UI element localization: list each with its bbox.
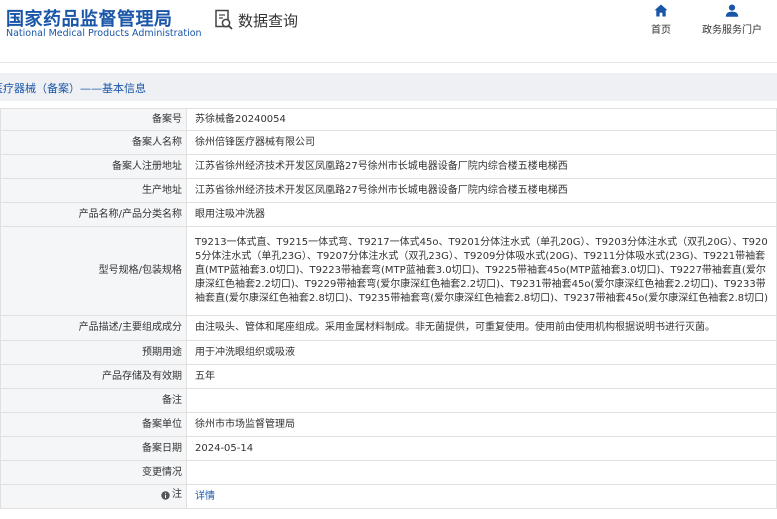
table-row: 生产地址 江苏省徐州经济技术开发区凤凰路27号徐州市长城电器设备厂院内综合楼五楼… <box>0 178 777 203</box>
note-label: 注 <box>172 489 182 501</box>
row-value: 详情 <box>186 484 777 509</box>
product-name: 眼用注吸冲洗器 <box>195 208 265 220</box>
site-logo-subtitle: National Medical Products Administration <box>6 28 202 39</box>
row-value: 2024-05-14 <box>186 436 777 461</box>
filing-date: 2024-05-14 <box>195 442 254 454</box>
row-value: 用于冲洗眼组织或吸液 <box>186 340 777 365</box>
row-label: 备案号 <box>0 108 187 131</box>
row-label: 预期用途 <box>0 340 187 365</box>
row-label: 备案单位 <box>0 412 187 437</box>
row-value: T9213一体式直、T9215一体式弯、T9217一体式45o、T9201分体注… <box>186 226 777 316</box>
storage-validity: 五年 <box>195 370 215 382</box>
record-number: 苏徐械备20240054 <box>195 113 286 125</box>
row-value: 由注吸头、管体和尾座组成。采用金属材料制成。非无菌提供，可重复使用。使用前由使用… <box>186 315 777 341</box>
row-label: 生产地址 <box>0 178 187 203</box>
table-row: 备案人名称 徐州倍锋医疗器械有限公司 <box>0 130 777 155</box>
intended-use: 用于冲洗眼组织或吸液 <box>195 346 295 358</box>
row-label: 注 <box>0 484 187 509</box>
user-icon <box>725 4 739 17</box>
model-specification: T9213一体式直、T9215一体式弯、T9217一体式45o、T9201分体注… <box>195 237 769 304</box>
row-label: 变更情况 <box>0 460 187 485</box>
production-address: 江苏省徐州经济技术开发区凤凰路27号徐州市长城电器设备厂院内综合楼五楼电梯西 <box>195 184 568 196</box>
table-row: 备案单位 徐州市市场监督管理局 <box>0 412 777 437</box>
info-icon <box>161 491 170 500</box>
table-row: 备注 <box>0 388 777 413</box>
table-row: 备案号 苏徐械备20240054 <box>0 108 777 131</box>
table-row: 备案日期 2024-05-14 <box>0 436 777 461</box>
registrant-address: 江苏省徐州经济技术开发区凤凰路27号徐州市长城电器设备厂院内综合楼五楼电梯西 <box>195 160 568 172</box>
row-label: 产品名称/产品分类名称 <box>0 202 187 227</box>
row-value: 江苏省徐州经济技术开发区凤凰路27号徐州市长城电器设备厂院内综合楼五楼电梯西 <box>186 154 777 179</box>
table-row: 产品存储及有效期 五年 <box>0 364 777 389</box>
table-row: 变更情况 <box>0 460 777 485</box>
row-value: 苏徐械备20240054 <box>186 108 777 131</box>
details-link[interactable]: 详情 <box>195 491 215 502</box>
filing-authority: 徐州市市场监督管理局 <box>195 418 295 430</box>
row-label: 备案人名称 <box>0 130 187 155</box>
table-row: 产品名称/产品分类名称 眼用注吸冲洗器 <box>0 202 777 227</box>
data-query-label: 数据查询 <box>238 11 299 30</box>
row-label: 产品存储及有效期 <box>0 364 187 389</box>
section-title: 医疗器械（备案）——基本信息 <box>0 82 146 95</box>
nav-service-portal-label: 政务服务门户 <box>702 25 762 36</box>
nav-home[interactable]: 首页 <box>626 4 696 36</box>
row-value: 眼用注吸冲洗器 <box>186 202 777 227</box>
site-header: 国家药品监督管理局 National Medical Products Admi… <box>0 0 777 63</box>
table-row: 预期用途 用于冲洗眼组织或吸液 <box>0 340 777 365</box>
row-value <box>186 460 777 485</box>
section-title-bar: 医疗器械（备案）——基本信息 <box>0 73 777 101</box>
row-value: 五年 <box>186 364 777 389</box>
home-icon <box>654 4 668 17</box>
device-info-table: 备案号 苏徐械备20240054 备案人名称 徐州倍锋医疗器械有限公司 备案人注… <box>0 108 777 509</box>
nav-home-label: 首页 <box>651 25 671 36</box>
registrant-name: 徐州倍锋医疗器械有限公司 <box>195 136 315 148</box>
table-row: 备案人注册地址 江苏省徐州经济技术开发区凤凰路27号徐州市长城电器设备厂院内综合… <box>0 154 777 179</box>
document-search-icon <box>215 9 233 30</box>
nav-service-portal[interactable]: 政务服务门户 <box>697 4 767 36</box>
table-row: 注 详情 <box>0 484 777 509</box>
row-label: 备案人注册地址 <box>0 154 187 179</box>
row-label: 备注 <box>0 388 187 413</box>
row-value: 徐州市市场监督管理局 <box>186 412 777 437</box>
row-value: 徐州倍锋医疗器械有限公司 <box>186 130 777 155</box>
product-description: 由注吸头、管体和尾座组成。采用金属材料制成。非无菌提供，可重复使用。使用前由使用… <box>195 322 715 333</box>
row-label: 备案日期 <box>0 436 187 461</box>
table-row: 产品描述/主要组成成分 由注吸头、管体和尾座组成。采用金属材料制成。非无菌提供，… <box>0 315 777 341</box>
row-label: 产品描述/主要组成成分 <box>0 315 187 341</box>
row-value <box>186 388 777 413</box>
row-label: 型号规格/包装规格 <box>0 226 187 316</box>
table-row: 型号规格/包装规格 T9213一体式直、T9215一体式弯、T9217一体式45… <box>0 226 777 316</box>
row-value: 江苏省徐州经济技术开发区凤凰路27号徐州市长城电器设备厂院内综合楼五楼电梯西 <box>186 178 777 203</box>
data-query-link[interactable]: 数据查询 <box>214 9 298 31</box>
